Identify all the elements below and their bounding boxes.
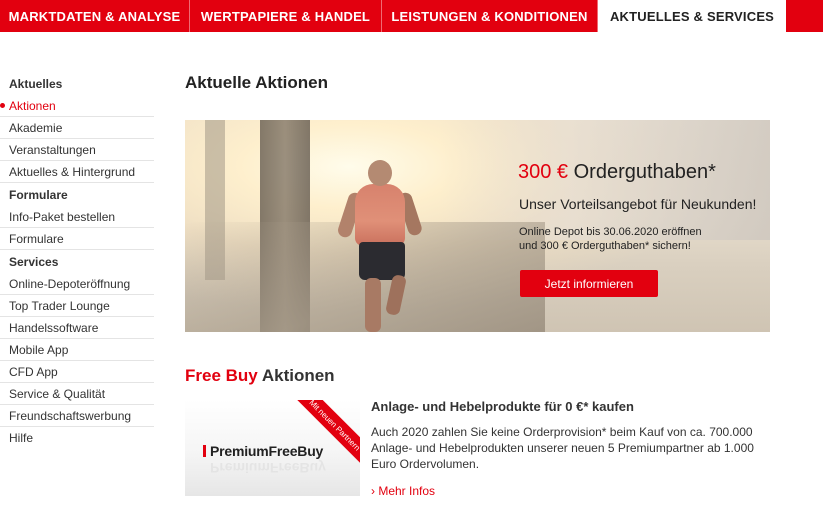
sidebar-item-top-trader-lounge[interactable]: Top Trader Lounge [0,295,154,317]
active-bullet-icon [0,103,5,108]
sidebar-item-handelssoftware[interactable]: Handelssoftware [0,317,154,339]
promo-banner[interactable]: 300 € Orderguthaben* Unser Vorteilsangeb… [185,120,770,332]
sidebar-item-service-qualitaet[interactable]: Service & Qualität [0,383,154,405]
sidebar-item-cfd-app[interactable]: CFD App [0,361,154,383]
logo-reflection: PremiumFreeBuy [210,460,326,476]
tab-aktuelles-services[interactable]: AKTUELLES & SERVICES [598,0,786,32]
banner-subline: Unser Vorteilsangebot für Neukunden! [519,196,757,212]
sidebar-item-label: Aktuelles & Hintergrund [9,165,136,179]
banner-headline: 300 € Orderguthaben* [518,161,716,184]
premium-freebuy-logo: PremiumFreeBuy [203,443,323,459]
tab-marktdaten-analyse[interactable]: MARKTDATEN & ANALYSE [0,0,190,32]
sidebar-item-label: Formulare [9,232,64,246]
sidebar-item-label: Handelssoftware [9,321,99,335]
sidebar-item-label: Top Trader Lounge [9,299,110,313]
sidebar-item-label: Aktionen [9,99,56,113]
sidebar-item-label: Online-Depoteröffnung [9,277,131,291]
sidebar-item-mobile-app[interactable]: Mobile App [0,339,154,361]
mehr-infos-link[interactable]: › Mehr Infos [371,484,435,498]
sidebar: Aktuelles Aktionen Akademie Veranstaltun… [0,72,160,449]
sidebar-item-label: Info-Paket bestellen [9,210,116,224]
sidebar-item-veranstaltungen[interactable]: Veranstaltungen [0,139,154,161]
premium-freebuy-image[interactable]: Mit neuen Partnern PremiumFreeBuy Premiu… [185,400,360,496]
sidebar-group-title-services: Services [9,255,59,269]
sidebar-item-label: Hilfe [9,431,34,445]
sidebar-item-label: Mobile App [9,343,69,357]
freebuy-section-title-rest: Aktionen [261,366,335,385]
runner-image [335,160,425,332]
sidebar-item-info-paket[interactable]: Info-Paket bestellen [0,206,154,228]
sidebar-item-freundschaftswerbung[interactable]: Freundschaftswerbung [0,405,154,427]
sidebar-group-title-aktuelles: Aktuelles [9,77,63,91]
tab-leistungen-konditionen[interactable]: LEISTUNGEN & KONDITIONEN [382,0,598,32]
page-title: Aktuelle Aktionen [185,73,328,92]
sidebar-item-hilfe[interactable]: Hilfe [0,427,154,449]
sidebar-item-label: CFD App [9,365,58,379]
brand-mark-icon [203,445,206,457]
tab-wertpapiere-handel[interactable]: WERTPAPIERE & HANDEL [190,0,382,32]
sidebar-item-aktionen[interactable]: Aktionen [0,95,154,117]
banner-detail-line2: und 300 € Orderguthaben* sichern! [519,240,691,252]
banner-headline-text: Orderguthaben* [573,161,716,183]
freebuy-section-title-red: Free Buy [185,366,258,385]
sidebar-item-akademie[interactable]: Akademie [0,117,154,139]
sidebar-item-label: Freundschaftswerbung [9,409,132,423]
freebuy-description: Auch 2020 zahlen Sie keine Orderprovisio… [371,425,754,471]
sidebar-item-label: Akademie [9,121,63,135]
banner-detail-line1: Online Depot bis 30.06.2020 eröffnen [519,226,702,238]
freebuy-heading: Anlage- und Hebelprodukte für 0 €* kaufe… [371,399,634,414]
sidebar-item-aktuelles-hintergrund[interactable]: Aktuelles & Hintergrund [0,161,154,183]
sidebar-item-label: Veranstaltungen [9,143,96,157]
jetzt-informieren-button[interactable]: Jetzt informieren [520,270,658,297]
banner-headline-amount: 300 € [518,161,569,183]
sidebar-item-online-depoteroeffnung[interactable]: Online-Depoteröffnung [0,273,154,295]
sidebar-group-title-formulare: Formulare [9,188,68,202]
freebuy-section-title: Free Buy Aktionen [185,366,335,386]
sidebar-item-label: Service & Qualität [9,387,106,401]
top-navigation: MARKTDATEN & ANALYSE WERTPAPIERE & HANDE… [0,0,823,32]
sidebar-item-formulare[interactable]: Formulare [0,228,154,250]
